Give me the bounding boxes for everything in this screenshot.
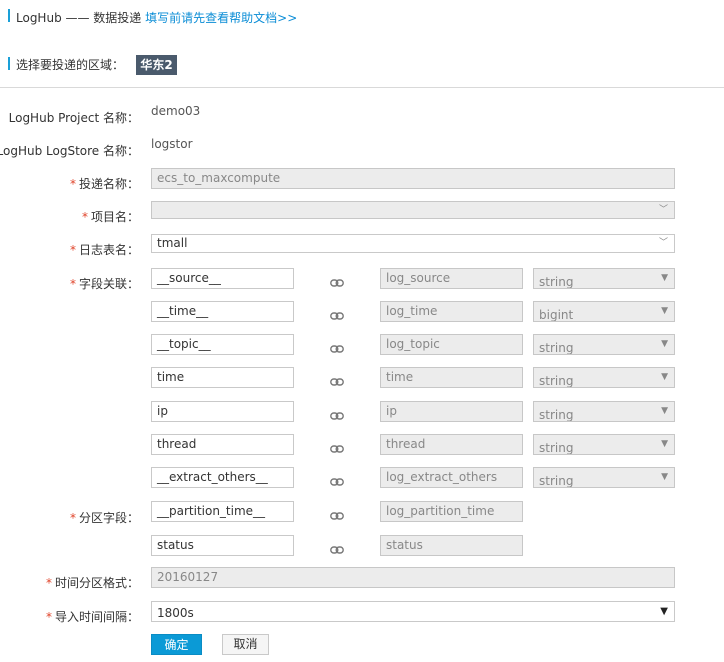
project-name-select[interactable]: ﹀	[151, 201, 675, 219]
link-icon	[330, 410, 344, 420]
link-icon	[330, 343, 344, 353]
field-type-select[interactable]: string ▼	[533, 367, 675, 388]
triangle-down-icon: ▼	[661, 439, 668, 449]
triangle-down-icon: ▼	[661, 306, 668, 316]
project-name-label: * 项目名：	[81, 210, 139, 224]
required-mark: *	[81, 210, 88, 224]
required-mark: *	[69, 511, 76, 525]
table-name-select[interactable]: tmall ﹀	[151, 234, 675, 253]
field-source-input[interactable]: __extract_others__	[151, 467, 294, 488]
partition-target-input[interactable]: status	[380, 535, 523, 556]
field-type-value: string	[539, 275, 574, 289]
triangle-down-icon: ▼	[661, 273, 668, 283]
field-target-input[interactable]: ip	[380, 401, 523, 422]
field-type-value: string	[539, 408, 574, 422]
field-target-input[interactable]: log_topic	[380, 334, 523, 355]
field-source-input[interactable]: ip	[151, 401, 294, 422]
interval-select[interactable]: 1800s ▼	[151, 601, 675, 622]
required-mark: *	[69, 243, 76, 257]
field-type-value: bigint	[539, 308, 574, 322]
link-icon	[330, 376, 344, 386]
field-type-select[interactable]: string ▼	[533, 434, 675, 455]
triangle-down-icon: ▼	[661, 372, 668, 382]
confirm-button[interactable]: 确定	[151, 634, 202, 655]
field-type-select[interactable]: string ▼	[533, 467, 675, 488]
chevron-down-icon: ﹀	[658, 205, 668, 215]
link-icon	[330, 443, 344, 453]
project-value: demo03	[151, 104, 201, 118]
logstore-label: LogHub LogStore 名称：	[0, 144, 139, 158]
triangle-down-icon: ▼	[660, 606, 668, 617]
field-target-input[interactable]: time	[380, 367, 523, 388]
field-mapping-label: * 字段关联：	[69, 277, 139, 291]
triangle-down-icon: ▼	[661, 406, 668, 416]
field-target-input[interactable]: log_time	[380, 301, 523, 322]
field-type-value: string	[539, 374, 574, 388]
logstore-value: logstor	[151, 137, 193, 151]
page-header: LogHub —— 数据投递 填写前请先查看帮助文档>>	[16, 9, 297, 26]
field-type-select[interactable]: string ▼	[533, 401, 675, 422]
region-label: 选择要投递的区域：	[16, 58, 125, 72]
time-format-label: * 时间分区格式：	[45, 576, 139, 590]
region-accent-bar	[8, 57, 10, 70]
field-type-select[interactable]: string ▼	[533, 268, 675, 289]
field-source-input[interactable]: __source__	[151, 268, 294, 289]
required-mark: *	[45, 610, 52, 624]
field-target-input[interactable]: log_extract_others	[380, 467, 523, 488]
time-format-field[interactable]: 20160127	[151, 567, 675, 588]
partition-source-input[interactable]: __partition_time__	[151, 501, 294, 522]
partition-label: * 分区字段：	[69, 511, 139, 525]
divider	[0, 87, 724, 88]
triangle-down-icon: ▼	[661, 472, 668, 482]
field-target-input[interactable]: thread	[380, 434, 523, 455]
region-badge[interactable]: 华东2	[136, 55, 177, 75]
field-source-input[interactable]: time	[151, 367, 294, 388]
field-type-select[interactable]: bigint ▼	[533, 301, 675, 322]
table-name-label: * 日志表名：	[69, 243, 139, 257]
field-type-value: string	[539, 474, 574, 488]
field-type-value: string	[539, 441, 574, 455]
required-mark: *	[45, 576, 52, 590]
header-accent-bar	[8, 9, 10, 22]
field-type-value: string	[539, 341, 574, 355]
help-doc-link[interactable]: 填写前请先查看帮助文档>>	[145, 11, 297, 25]
cancel-button[interactable]: 取消	[222, 634, 269, 655]
triangle-down-icon: ▼	[661, 339, 668, 349]
field-target-input[interactable]: log_source	[380, 268, 523, 289]
partition-target-input[interactable]: log_partition_time	[380, 501, 523, 522]
field-source-input[interactable]: thread	[151, 434, 294, 455]
delivery-name-field[interactable]: ecs_to_maxcompute	[151, 168, 675, 189]
required-mark: *	[69, 177, 76, 191]
link-icon	[330, 476, 344, 486]
delivery-name-label: * 投递名称：	[69, 177, 139, 191]
project-label: LogHub Project 名称：	[8, 111, 139, 125]
chevron-down-icon: ﹀	[658, 238, 668, 248]
link-icon	[330, 510, 344, 520]
field-source-input[interactable]: __time__	[151, 301, 294, 322]
field-source-input[interactable]: __topic__	[151, 334, 294, 355]
page-title: LogHub —— 数据投递	[16, 11, 142, 25]
field-type-select[interactable]: string ▼	[533, 334, 675, 355]
link-icon	[330, 544, 344, 554]
partition-source-input[interactable]: status	[151, 535, 294, 556]
required-mark: *	[69, 277, 76, 291]
link-icon	[330, 277, 344, 287]
link-icon	[330, 310, 344, 320]
interval-label: * 导入时间间隔：	[45, 610, 139, 624]
